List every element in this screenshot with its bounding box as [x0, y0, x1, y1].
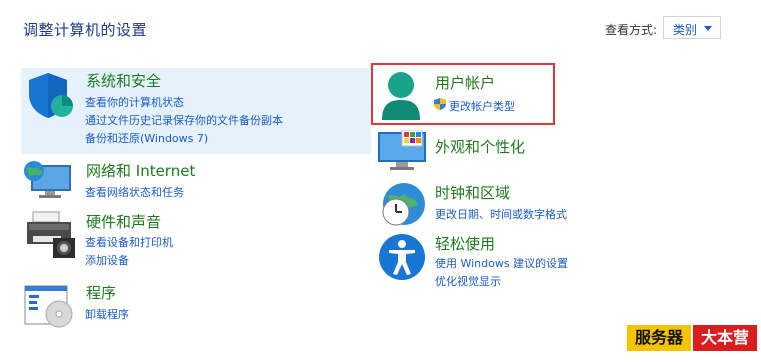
category-title[interactable]: 程序 [86, 282, 116, 303]
watermark-part-1: 服务器 [627, 325, 691, 351]
category-ease-of-access[interactable]: 轻松使用 使用 Windows 建议的设置 优化视觉显示 [378, 233, 608, 289]
category-programs[interactable]: 程序 卸载程序 [23, 282, 363, 332]
category-title[interactable]: 网络和 Internet [86, 160, 195, 181]
view-by-value: 类别 [673, 23, 698, 37]
link-optimize-visual-display[interactable]: 优化视觉显示 [435, 273, 501, 289]
link-add-device[interactable]: 添加设备 [85, 252, 129, 268]
accessibility-icon [379, 234, 425, 280]
link-change-account-type[interactable]: 更改帐户类型 [449, 98, 515, 114]
category-hardware-sound[interactable]: 硬件和声音 查看设备和打印机 添加设备 [23, 210, 363, 270]
link-uninstall-program[interactable]: 卸载程序 [85, 306, 129, 322]
chevron-down-icon [704, 26, 712, 31]
link-devices-printers[interactable]: 查看设备和打印机 [85, 234, 173, 250]
category-network[interactable]: 网络和 Internet 查看网络状态和任务 [23, 159, 363, 201]
link-network-status[interactable]: 查看网络状态和任务 [85, 184, 184, 200]
category-title[interactable]: 用户帐户 [435, 72, 495, 93]
category-appearance[interactable]: 外观和个性化 [378, 130, 578, 172]
uac-shield-icon [434, 98, 446, 110]
clock-globe-icon [382, 183, 425, 226]
network-globe-icon [24, 161, 71, 198]
view-by-dropdown[interactable]: 类别 [663, 16, 721, 39]
watermark-part-2: 大本营 [693, 325, 757, 351]
category-title[interactable]: 系统和安全 [86, 70, 161, 91]
programs-disc-icon [24, 285, 73, 328]
category-title[interactable]: 轻松使用 [435, 233, 495, 254]
link-view-computer-status[interactable]: 查看你的计算机状态 [85, 94, 184, 110]
category-title[interactable]: 外观和个性化 [435, 136, 525, 157]
view-by-label: 查看方式: [605, 23, 658, 37]
monitor-palette-icon [378, 130, 426, 170]
category-system-security[interactable]: 系统和安全 查看你的计算机状态 通过文件历史记录保存你的文件备份副本 备份和还原… [23, 70, 373, 150]
link-change-date-time-format[interactable]: 更改日期、时间或数字格式 [435, 206, 567, 222]
link-windows-recommended-settings[interactable]: 使用 Windows 建议的设置 [435, 255, 568, 271]
category-user-accounts[interactable]: 用户帐户 更改帐户类型 [378, 70, 548, 120]
shield-icon [29, 73, 73, 118]
printer-icon [27, 211, 75, 258]
category-title[interactable]: 硬件和声音 [86, 211, 161, 232]
category-title[interactable]: 时钟和区域 [435, 182, 510, 203]
category-clock-region[interactable]: 时钟和区域 更改日期、时间或数字格式 [378, 182, 608, 232]
link-backup-restore[interactable]: 备份和还原(Windows 7) [85, 130, 208, 146]
link-file-history-backup[interactable]: 通过文件历史记录保存你的文件备份副本 [85, 112, 283, 128]
page-title: 调整计算机的设置 [23, 21, 148, 39]
user-icon [382, 72, 420, 120]
